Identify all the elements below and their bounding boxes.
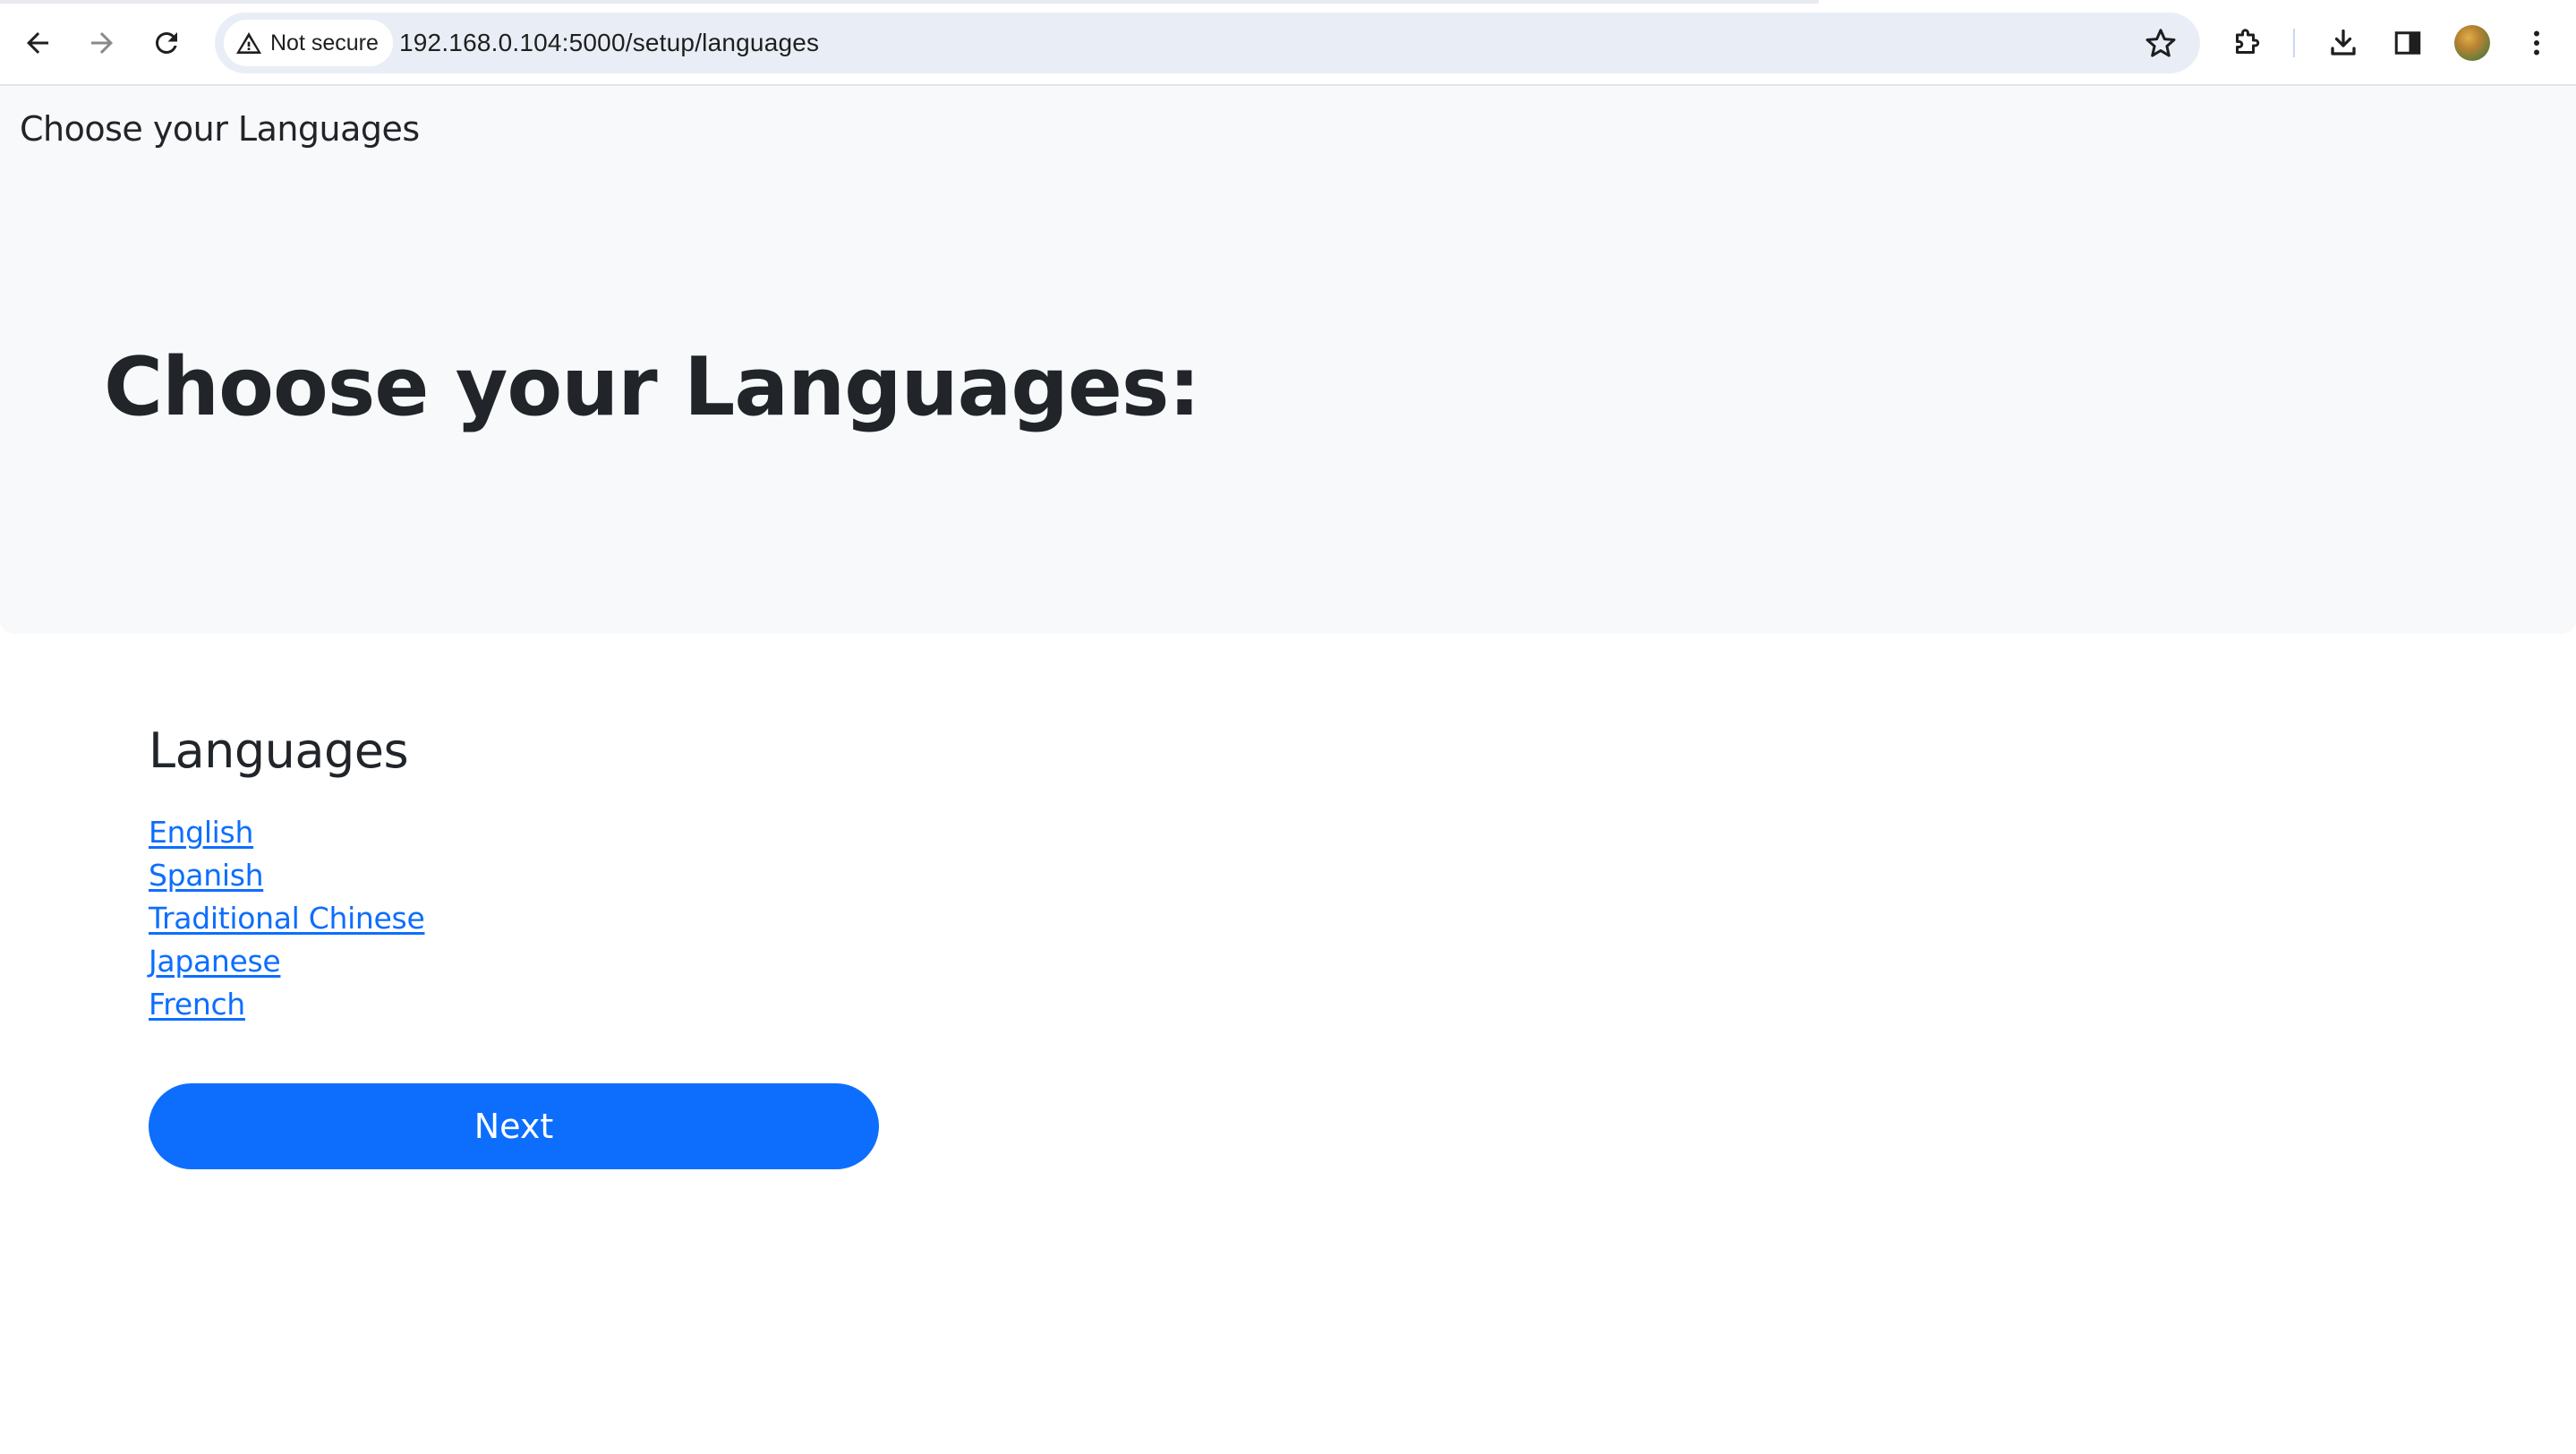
toolbar-divider xyxy=(2293,29,2295,57)
security-indicator[interactable]: Not secure xyxy=(224,20,393,66)
list-item: French xyxy=(149,983,424,1026)
back-button[interactable] xyxy=(16,21,59,64)
downloads-button[interactable] xyxy=(2322,21,2365,64)
languages-heading: Languages xyxy=(149,723,409,779)
side-panel-icon xyxy=(2394,31,2421,55)
side-panel-button[interactable] xyxy=(2386,21,2429,64)
language-link-traditional-chinese[interactable]: Traditional Chinese xyxy=(149,901,425,936)
security-label: Not secure xyxy=(270,30,379,56)
star-icon xyxy=(2145,29,2176,57)
download-icon xyxy=(2331,29,2356,56)
puzzle-icon xyxy=(2236,29,2260,54)
page-content: Choose your Languages Choose your Langua… xyxy=(0,86,2576,1454)
bookmark-button[interactable] xyxy=(2139,21,2182,64)
next-button[interactable]: Next xyxy=(149,1083,879,1169)
list-item: English xyxy=(149,811,424,854)
reload-icon xyxy=(156,32,177,54)
language-link-english[interactable]: English xyxy=(149,815,253,850)
kebab-menu-icon xyxy=(2534,30,2539,56)
url-text[interactable]: 192.168.0.104:5000/setup/languages xyxy=(399,13,819,73)
list-item: Spanish xyxy=(149,854,424,897)
address-bar[interactable]: Not secure 192.168.0.104:5000/setup/lang… xyxy=(215,13,2200,73)
avatar[interactable] xyxy=(2454,25,2490,61)
list-item: Traditional Chinese xyxy=(149,897,425,940)
page-title: Choose your Languages: xyxy=(104,340,1200,434)
browser-toolbar: Not secure 192.168.0.104:5000/setup/lang… xyxy=(0,0,2576,86)
navbar-brand[interactable]: Choose your Languages xyxy=(20,109,420,149)
forward-button[interactable] xyxy=(81,21,124,64)
navbar: Choose your Languages xyxy=(0,86,2576,179)
language-list: English Spanish Traditional Chinese Japa… xyxy=(149,811,425,1026)
forward-arrow-icon xyxy=(91,32,113,54)
list-item: Japanese xyxy=(149,940,424,983)
browser-menu-button[interactable] xyxy=(2515,21,2558,64)
reload-button[interactable] xyxy=(145,21,188,64)
language-link-japanese[interactable]: Japanese xyxy=(149,944,281,979)
extensions-button[interactable] xyxy=(2225,21,2268,64)
language-link-spanish[interactable]: Spanish xyxy=(149,858,264,893)
back-arrow-icon xyxy=(27,32,48,54)
languages-section: Languages English Spanish Traditional Ch… xyxy=(149,723,425,1026)
language-link-french[interactable]: French xyxy=(149,987,245,1022)
page-load-progress xyxy=(0,0,1819,4)
hero-section: Choose your Languages: xyxy=(0,179,2576,634)
warning-triangle-icon xyxy=(236,32,261,54)
